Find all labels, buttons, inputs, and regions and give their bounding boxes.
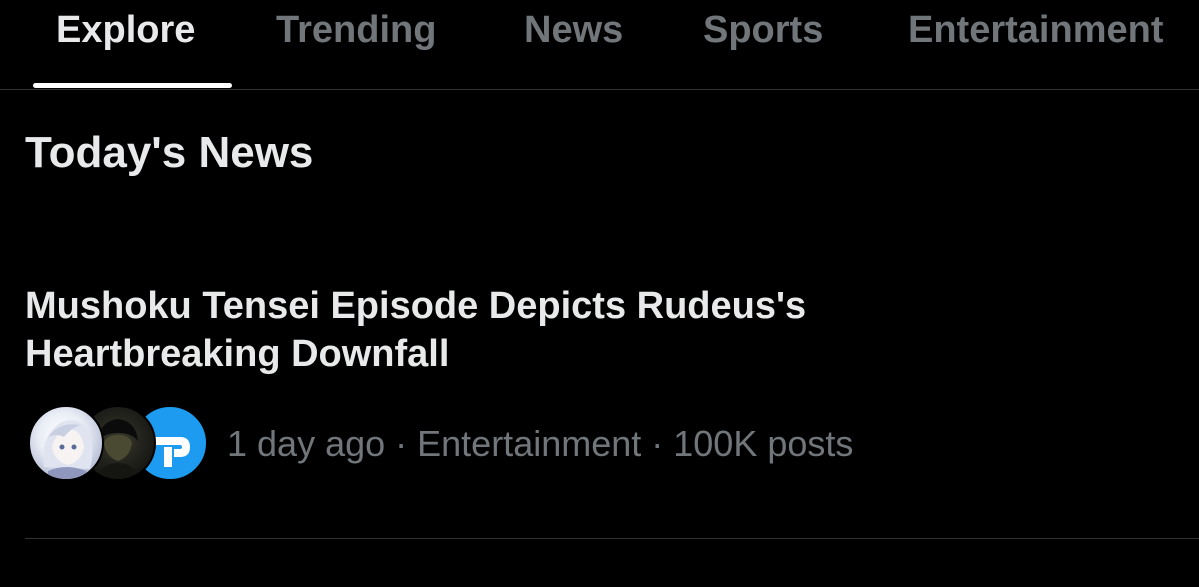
- news-post-count: 100K posts: [673, 423, 854, 464]
- news-category: Entertainment: [417, 423, 642, 464]
- tab-news[interactable]: News: [524, 6, 623, 54]
- news-headline[interactable]: Mushoku Tensei Episode Depicts Rudeus's …: [25, 282, 1025, 378]
- section-title: Today's News: [25, 128, 314, 177]
- divider: [25, 538, 1199, 539]
- avatar-stack: [28, 405, 208, 481]
- tab-overflow-fade: [1159, 0, 1199, 88]
- news-time: 1 day ago: [227, 423, 386, 464]
- anime-character-avatar: [28, 405, 104, 481]
- tab-sports[interactable]: Sports: [703, 6, 823, 54]
- meta-separator: ·: [385, 423, 418, 464]
- tab-explore[interactable]: Explore: [56, 6, 195, 54]
- meta-separator: ·: [641, 423, 674, 464]
- news-meta: 1 day ago · Entertainment · 100K posts: [227, 422, 853, 466]
- explore-tab-bar: Explore Trending News Sports Entertainme…: [0, 0, 1199, 90]
- tab-trending[interactable]: Trending: [276, 6, 436, 54]
- tab-entertainment[interactable]: Entertainment: [908, 6, 1163, 54]
- active-tab-indicator: [33, 83, 232, 88]
